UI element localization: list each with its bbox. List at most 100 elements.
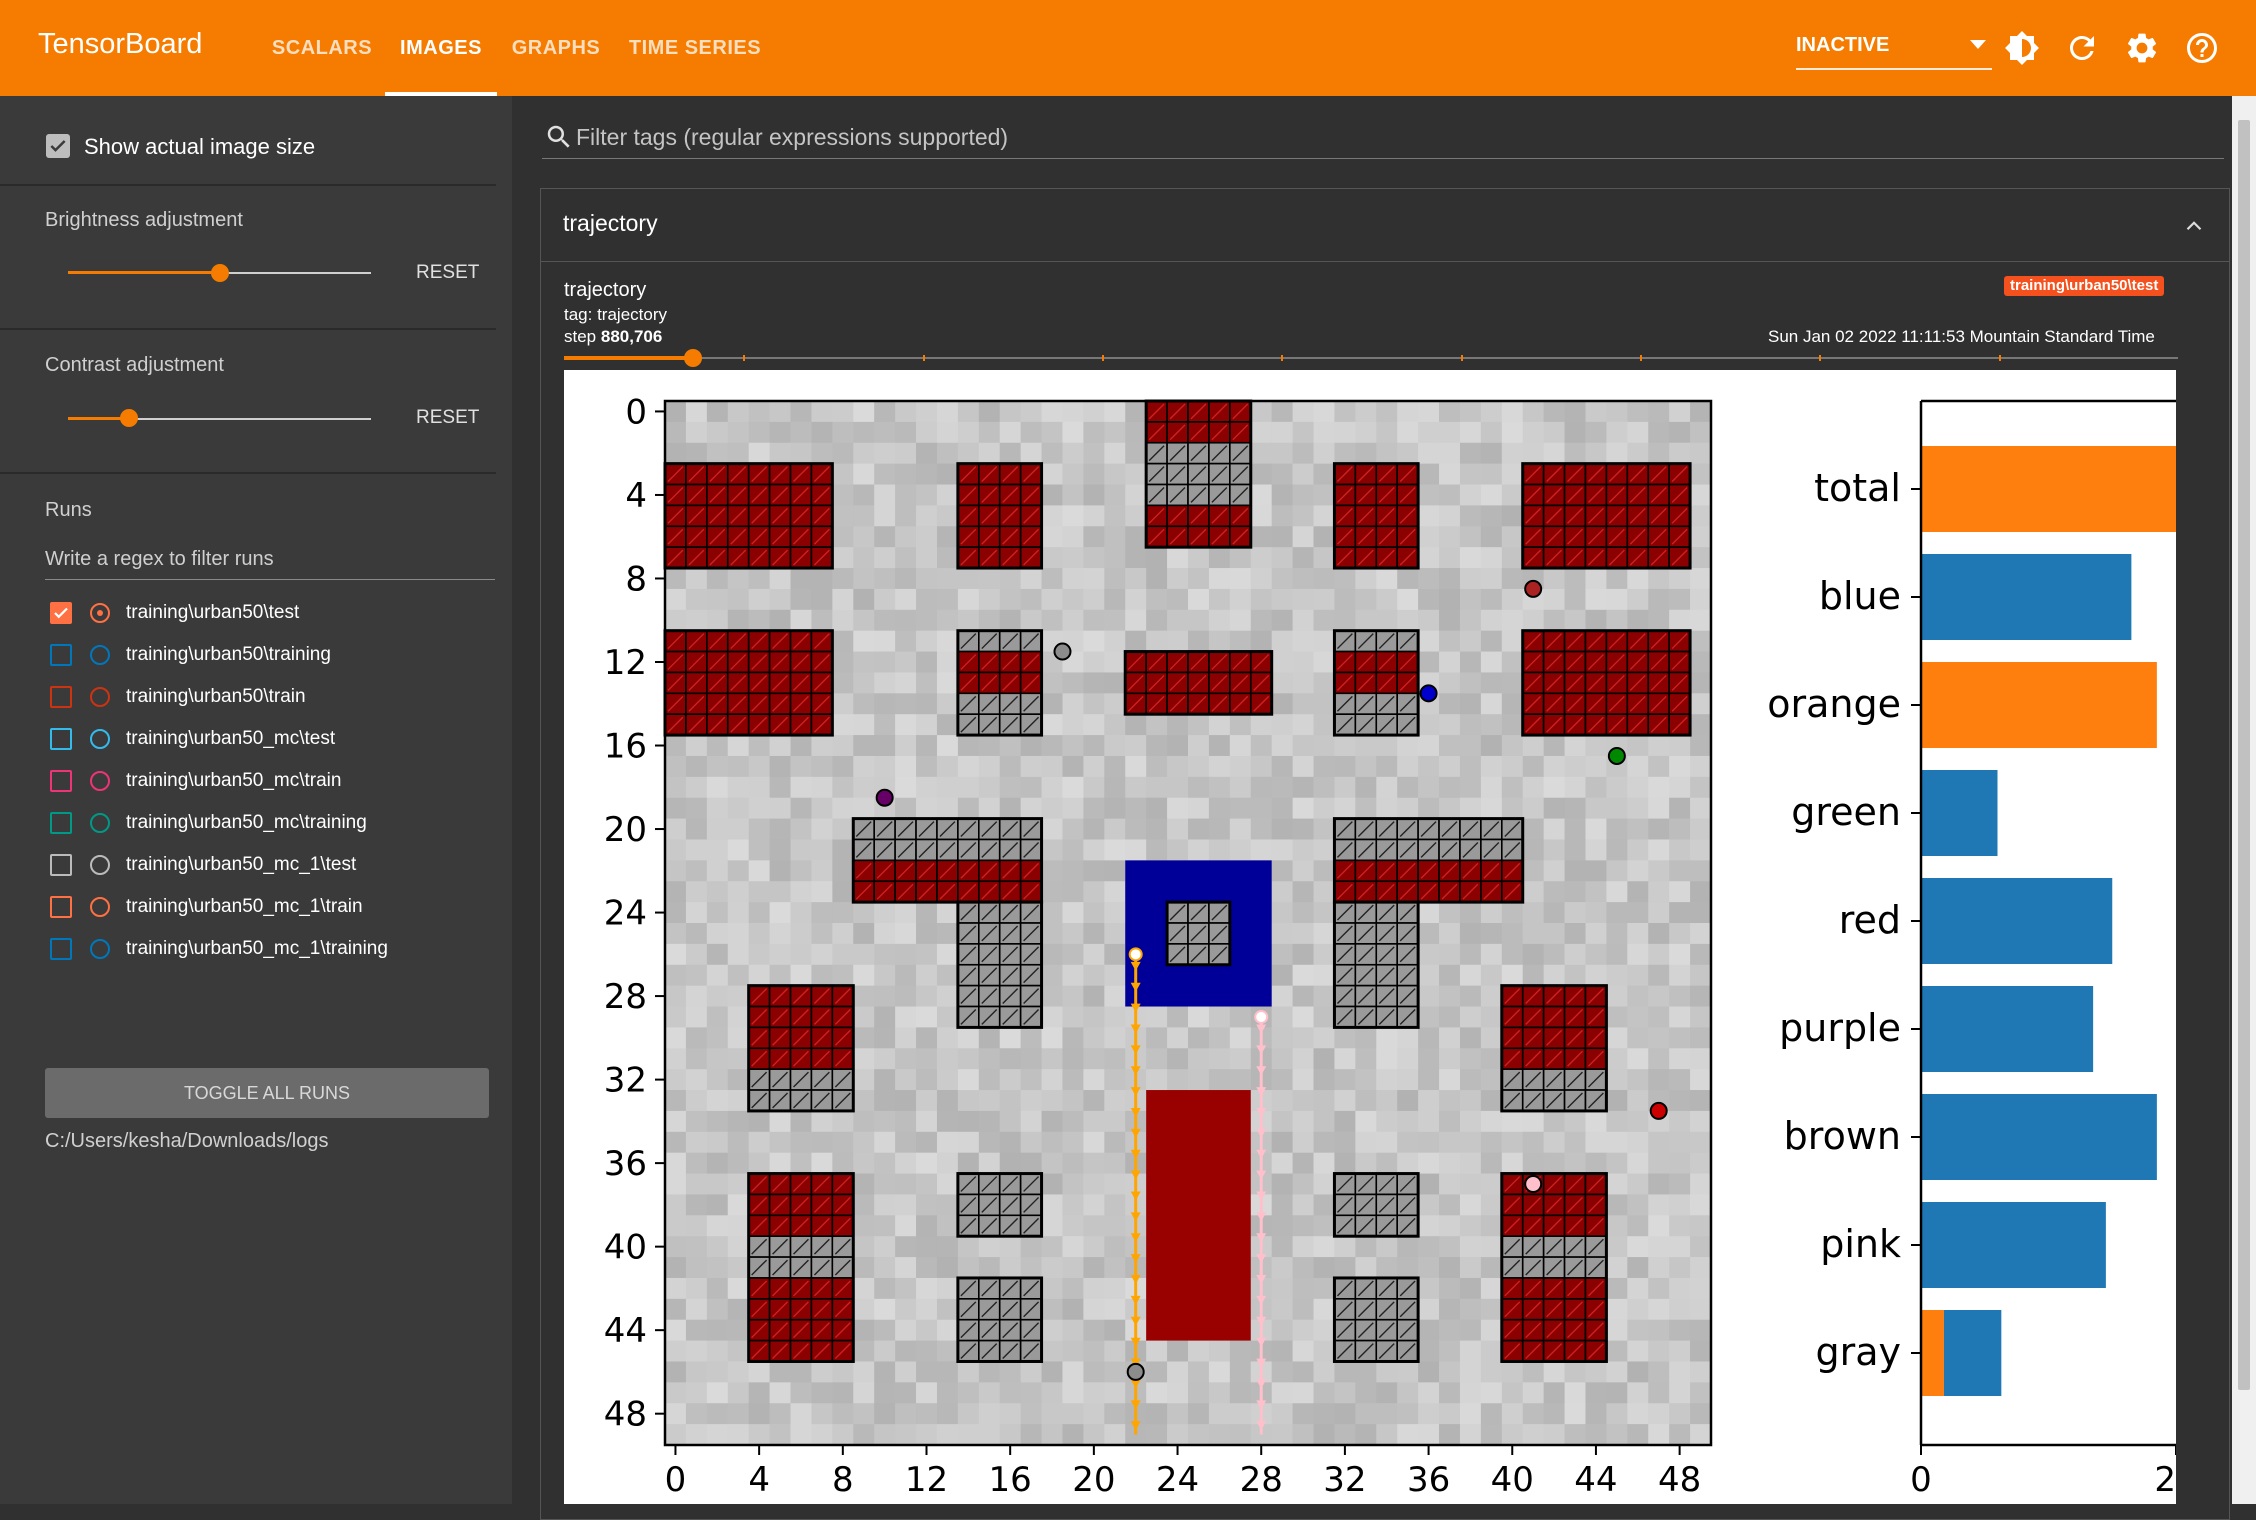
run-item[interactable]: training\urban50_mc\training <box>50 809 500 839</box>
heatmap-cell <box>1062 484 1084 506</box>
heatmap-cell <box>1313 1173 1336 1196</box>
heatmap-cell <box>1041 463 1064 486</box>
run-checkbox[interactable] <box>50 854 72 876</box>
run-checkbox[interactable] <box>50 770 72 792</box>
heatmap-cell <box>1418 755 1440 778</box>
run-checkbox[interactable] <box>50 896 72 918</box>
run-item[interactable]: training\urban50_mc_1\test <box>50 851 500 881</box>
run-checkbox[interactable] <box>50 812 72 834</box>
heatmap-cell <box>1104 1152 1126 1175</box>
run-color-radio[interactable] <box>90 603 110 623</box>
run-item[interactable]: training\urban50\test <box>50 599 500 629</box>
run-item[interactable]: training\urban50\train <box>50 683 500 713</box>
run-checkbox[interactable] <box>50 602 72 624</box>
sidebar: Show actual image size Brightness adjust… <box>0 96 512 1504</box>
chevron-up-icon[interactable] <box>2181 213 2207 239</box>
heatmap-cell <box>1522 1131 1545 1154</box>
toggle-all-runs-button[interactable]: TOGGLE ALL RUNS <box>45 1068 489 1118</box>
step-slider-track[interactable] <box>564 357 2178 359</box>
tab-images[interactable]: IMAGES <box>385 0 497 96</box>
heatmap-cell <box>1146 755 1168 778</box>
heatmap-cell <box>727 1006 750 1028</box>
run-color-radio[interactable] <box>90 897 110 917</box>
heatmap-cell <box>1459 1131 1482 1154</box>
heatmap-cell <box>706 1027 729 1049</box>
brightness-reset-button[interactable]: RESET <box>416 262 479 284</box>
heatmap-cell <box>1669 1173 1691 1196</box>
brightness-icon[interactable] <box>2004 30 2040 66</box>
run-checkbox[interactable] <box>50 938 72 960</box>
tab-time-series[interactable]: TIME SERIES <box>622 0 768 96</box>
heatmap-cell <box>1501 755 1524 778</box>
run-color-radio[interactable] <box>90 855 110 875</box>
heatmap-cell <box>727 902 750 924</box>
run-color-radio[interactable] <box>90 813 110 833</box>
run-color-radio[interactable] <box>90 729 110 749</box>
heatmap-cell <box>1188 1382 1210 1404</box>
heatmap-cell <box>685 401 708 423</box>
app-title[interactable]: TensorBoard <box>38 28 202 61</box>
heatmap-cell <box>1355 568 1377 590</box>
heatmap-cell <box>748 735 771 757</box>
heatmap-cell <box>1208 630 1231 653</box>
settings-icon[interactable] <box>2124 30 2160 66</box>
refresh-icon[interactable] <box>2064 30 2100 66</box>
run-color-radio[interactable] <box>90 645 110 665</box>
heatmap-cell <box>1250 797 1273 820</box>
brightness-slider-thumb[interactable] <box>210 264 229 282</box>
heatmap-cell <box>727 1027 750 1049</box>
run-item[interactable]: training\urban50_mc_1\train <box>50 893 500 923</box>
heatmap-cell <box>685 797 708 820</box>
heatmap-cell <box>1041 1110 1064 1133</box>
heatmap-cell <box>1250 442 1273 465</box>
scrollbar-thumb[interactable] <box>2238 120 2250 1390</box>
help-icon[interactable] <box>2184 30 2220 66</box>
heatmap-cell <box>1104 735 1126 757</box>
heatmap-cell <box>1188 818 1210 841</box>
tab-graphs[interactable]: GRAPHS <box>506 0 606 96</box>
run-item[interactable]: training\urban50_mc_1\training <box>50 935 500 965</box>
run-checkbox[interactable] <box>50 728 72 750</box>
heatmap-cell <box>727 1257 750 1279</box>
run-item[interactable]: training\urban50\training <box>50 641 500 671</box>
run-checkbox[interactable] <box>50 644 72 666</box>
run-color-radio[interactable] <box>90 939 110 959</box>
heatmap-cell <box>727 776 750 799</box>
run-item[interactable]: training\urban50_mc\train <box>50 767 500 797</box>
heatmap-cell <box>727 1403 750 1425</box>
heatmap-cell <box>1313 714 1336 736</box>
reload-state-select[interactable]: INACTIVE <box>1796 30 1992 70</box>
heatmap-cell <box>790 902 813 924</box>
heatmap-cell <box>1522 860 1545 882</box>
contrast-slider-thumb[interactable] <box>119 409 138 427</box>
step-slider-thumb[interactable] <box>684 349 703 367</box>
heatmap-cell <box>685 442 708 465</box>
runs-filter-input[interactable]: Write a regex to filter runs <box>45 548 274 571</box>
run-color-radio[interactable] <box>90 771 110 791</box>
heatmap-cell <box>832 1131 854 1154</box>
run-label: training\urban50\train <box>126 686 306 707</box>
heatmap-cell <box>685 1319 708 1342</box>
run-item[interactable]: training\urban50_mc\test <box>50 725 500 755</box>
heatmap-cell <box>685 568 708 590</box>
tab-scalars[interactable]: SCALARS <box>268 0 376 96</box>
heatmap-cell <box>1083 651 1105 674</box>
tag-group-header[interactable]: trajectory <box>541 189 2229 262</box>
contrast-reset-button[interactable]: RESET <box>416 407 479 429</box>
run-checkbox[interactable] <box>50 686 72 708</box>
heatmap-cell <box>1501 964 1524 987</box>
heatmap-cell <box>1062 1382 1084 1404</box>
vertical-scrollbar[interactable] <box>2232 96 2256 1504</box>
heatmap-cell <box>1606 1277 1628 1300</box>
heatmap-cell <box>790 442 813 465</box>
heatmap-cell <box>1480 1403 1503 1425</box>
show-actual-size-checkbox[interactable] <box>46 134 70 158</box>
run-color-radio[interactable] <box>90 687 110 707</box>
heatmap-cell <box>790 735 813 757</box>
heatmap-cell <box>1313 651 1336 674</box>
heatmap-cell <box>1627 839 1649 861</box>
heatmap-cell <box>936 401 959 423</box>
step-tick <box>1281 355 1284 361</box>
heatmap-cell <box>1648 797 1670 820</box>
tag-filter-input[interactable]: Filter tags (regular expressions support… <box>542 114 2224 159</box>
